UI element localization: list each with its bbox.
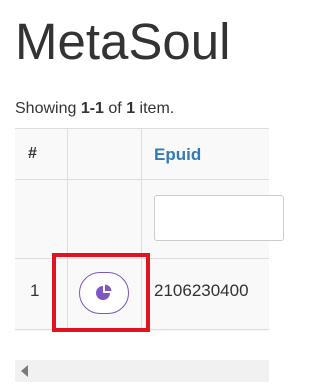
column-divider <box>67 129 68 331</box>
pie-chart-icon <box>95 284 113 302</box>
row-number: 1 <box>30 281 40 300</box>
summary-middle: of <box>103 100 127 117</box>
table-header-row: # Epuid <box>15 129 269 180</box>
horizontal-scrollbar[interactable] <box>15 360 269 382</box>
epuid-filter-input[interactable] <box>154 195 284 241</box>
row-epuid: 2106230400 <box>154 281 249 300</box>
summary-prefix: Showing <box>15 100 81 117</box>
column-header-epuid-sort-link[interactable]: Epuid <box>154 145 201 165</box>
summary-total: 1 <box>126 100 136 117</box>
table-row: 1 2106230400 <box>15 259 269 330</box>
column-header-number: # <box>28 145 37 162</box>
scroll-left-arrow-icon[interactable] <box>21 365 28 377</box>
data-grid: # Epuid 1 2106230400 <box>15 128 284 331</box>
summary-range: 1-1 <box>80 100 104 117</box>
column-divider <box>141 129 142 331</box>
page-title: MetaSoul <box>15 13 231 70</box>
table-filter-row <box>15 180 284 259</box>
view-stats-button[interactable] <box>79 272 129 314</box>
results-summary: Showing 1-1 of 1 item. <box>15 99 174 119</box>
summary-suffix: item. <box>135 100 175 117</box>
